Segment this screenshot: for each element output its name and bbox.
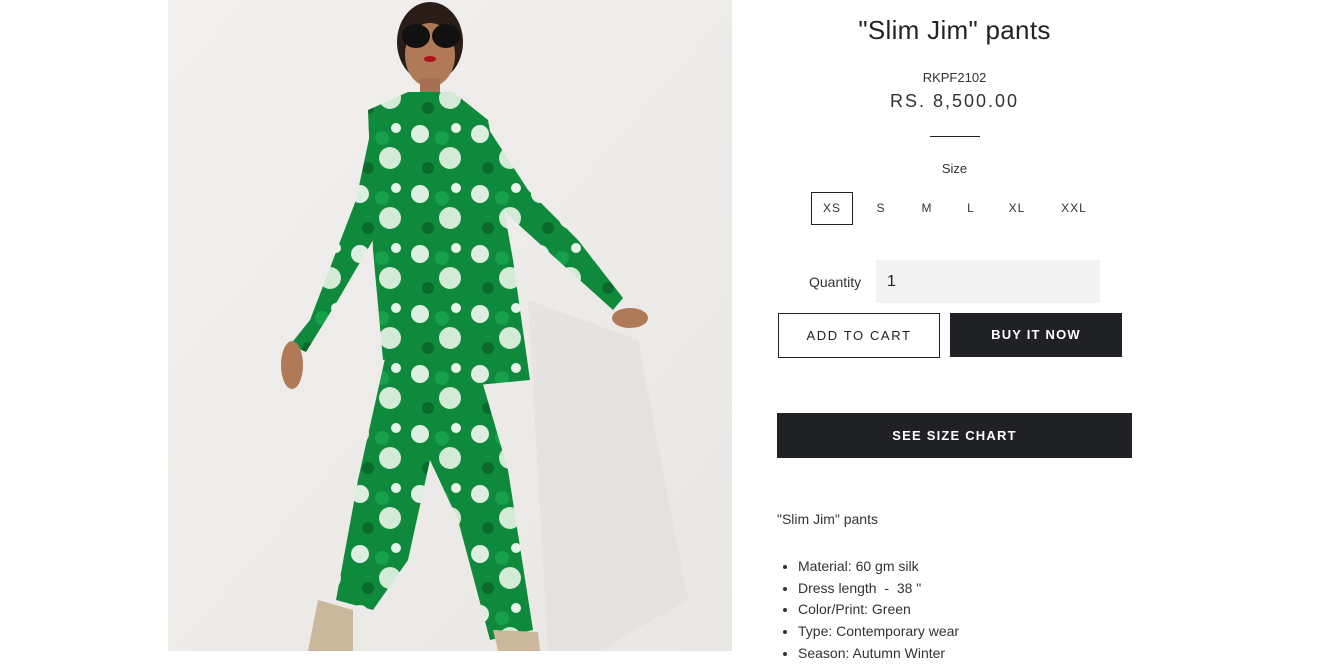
size-option-xs[interactable]: XS	[811, 192, 853, 225]
quantity-input[interactable]	[876, 260, 1100, 303]
feature-list: Material: 60 gm silk Dress length - 38 "…	[777, 556, 959, 664]
product-title: "Slim Jim" pants	[858, 15, 1051, 45]
feature-item: Type: Contemporary wear	[798, 621, 959, 643]
size-option-s[interactable]: S	[867, 192, 895, 225]
size-label: Size	[941, 161, 968, 176]
size-chart-button[interactable]: SEE SIZE CHART	[777, 413, 1132, 458]
size-option-xl[interactable]: XL	[999, 192, 1035, 225]
divider	[930, 136, 980, 137]
product-info: "Slim Jim" pants RKPF2102 RS. 8,500.00 S…	[777, 0, 1132, 661]
size-option-l[interactable]: L	[957, 192, 985, 225]
product-image[interactable]	[168, 0, 732, 651]
size-option-xxl[interactable]: XXL	[1052, 192, 1096, 225]
add-to-cart-button[interactable]: ADD TO CART	[778, 313, 940, 358]
feature-item: Dress length - 38 "	[798, 578, 959, 600]
feature-item: Color/Print: Green	[798, 599, 959, 621]
size-option-m[interactable]: M	[911, 192, 943, 225]
product-price: RS. 8,500.00	[889, 91, 1020, 111]
description-title: "Slim Jim" pants	[777, 511, 878, 527]
quantity-label: Quantity	[809, 274, 862, 290]
buy-now-button[interactable]: BUY IT NOW	[950, 313, 1122, 357]
feature-item: Material: 60 gm silk	[798, 556, 959, 578]
product-sku: RKPF2102	[922, 70, 987, 85]
feature-item: Season: Autumn Winter	[798, 643, 959, 664]
size-options: XS S M L XL XXL	[777, 192, 1132, 225]
